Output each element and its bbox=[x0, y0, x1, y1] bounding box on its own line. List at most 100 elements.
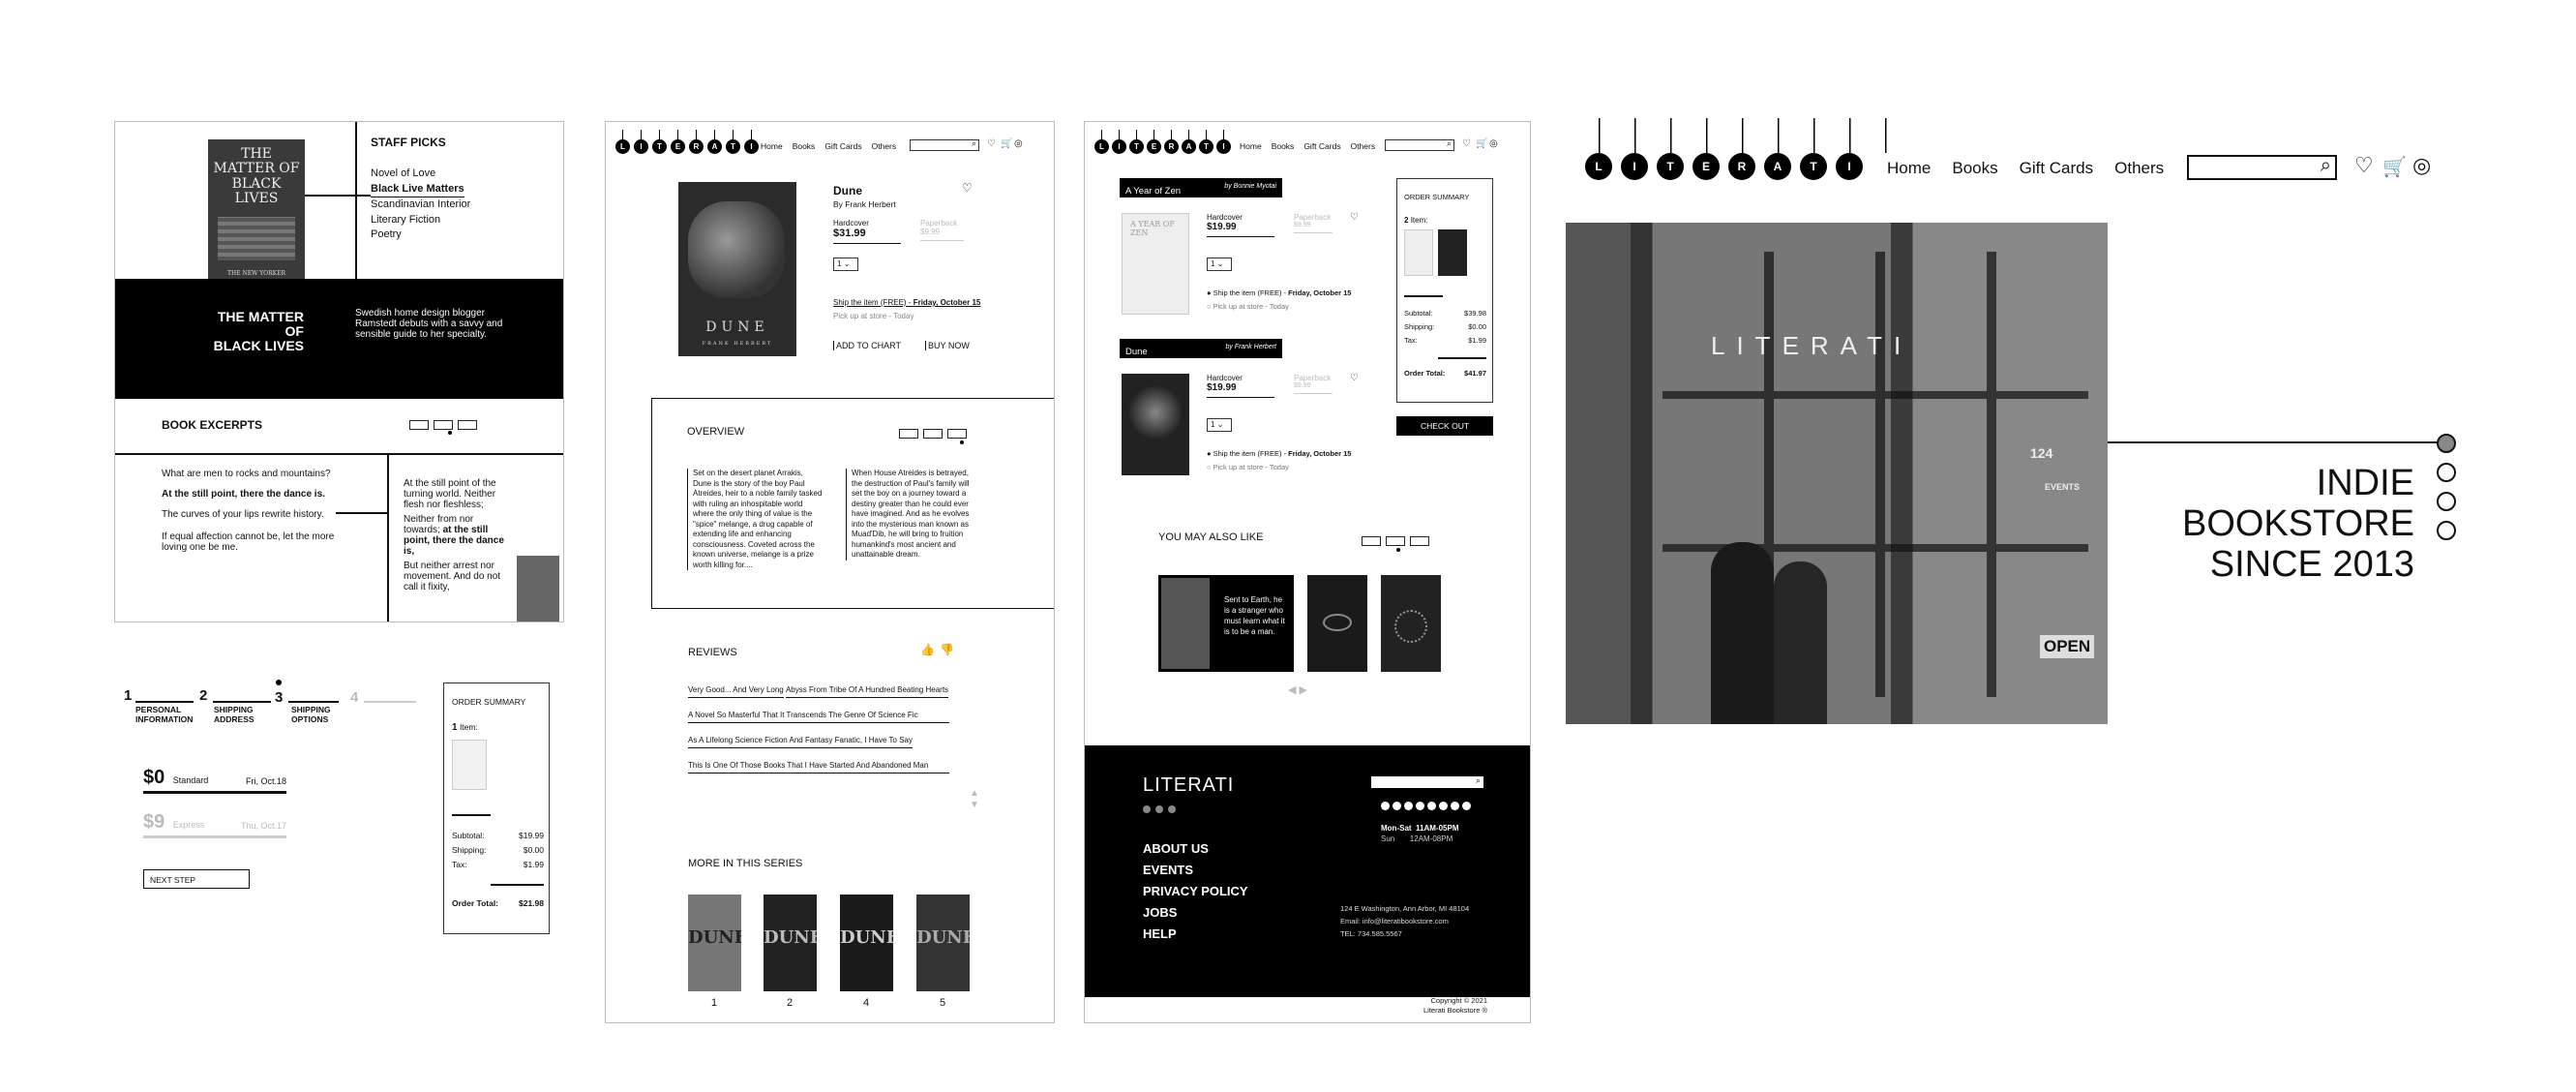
slide-dot-active[interactable] bbox=[2437, 434, 2456, 453]
book-cover-matter[interactable]: THE MATTER OF BLACK LIVES THE NEW YORKER bbox=[208, 139, 305, 283]
nav-home[interactable]: Home bbox=[1240, 141, 1262, 151]
add-to-chart-button[interactable]: ADD TO CHART bbox=[833, 341, 901, 350]
cart-item-cover-zen[interactable]: A YEAR OF ZEN bbox=[1122, 213, 1189, 315]
wishlist-heart-icon[interactable]: ♡ bbox=[1350, 374, 1359, 383]
carousel-arrows-icon[interactable]: ◀ ▶ bbox=[1288, 683, 1307, 696]
quantity-select[interactable]: 1 ⌄ bbox=[1207, 418, 1232, 432]
view-option-icon[interactable] bbox=[923, 429, 943, 439]
nav-others[interactable]: Others bbox=[2114, 159, 2164, 178]
staff-pick-item[interactable]: Novel of Love bbox=[371, 167, 470, 182]
thumbs-down-icon[interactable]: 👎 bbox=[940, 643, 954, 656]
series-book-2[interactable]: DUNE bbox=[764, 895, 817, 991]
logo[interactable]: LITERATI bbox=[615, 130, 759, 154]
heart-icon[interactable]: ♡ bbox=[987, 139, 996, 149]
footer-search-input[interactable]: ⌕ bbox=[1371, 775, 1483, 788]
footer-privacy-policy[interactable]: PRIVACY POLICY bbox=[1143, 881, 1248, 902]
search-input[interactable]: ⌕ bbox=[910, 139, 979, 151]
staff-pick-item[interactable]: Scandinavian Interior bbox=[371, 197, 470, 213]
logo[interactable]: LITERATI bbox=[1094, 130, 1231, 154]
search-icon[interactable]: ⌕ bbox=[2321, 155, 2331, 177]
review-item[interactable]: As A Lifelong Science Fiction And Fantas… bbox=[688, 736, 913, 748]
series-book-4[interactable]: DUNE bbox=[840, 895, 893, 991]
product-cover-dune[interactable]: DUNE FRANK HERBERT bbox=[678, 182, 796, 356]
heart-icon[interactable]: ♡ bbox=[2354, 153, 2374, 178]
footer-jobs[interactable]: JOBS bbox=[1143, 902, 1248, 924]
heart-icon[interactable]: ♡ bbox=[1462, 139, 1471, 149]
store-email[interactable]: Email: info@literatibookstore.com bbox=[1340, 915, 1469, 927]
next-step-button[interactable]: NEXT STEP bbox=[143, 869, 250, 889]
format-paperback[interactable]: Paperback $9.99 bbox=[1294, 374, 1333, 394]
format-paperback[interactable]: Paperback $9.99 bbox=[920, 219, 964, 241]
view-option-icon-active[interactable] bbox=[947, 429, 967, 439]
quantity-select[interactable]: 1 ⌄ bbox=[833, 258, 858, 271]
buy-now-button[interactable]: BUY NOW bbox=[925, 341, 970, 350]
nav-books[interactable]: Books bbox=[793, 141, 816, 151]
summary-item-thumb[interactable] bbox=[1438, 229, 1467, 276]
user-icon[interactable]: ◎ bbox=[2412, 153, 2431, 178]
review-item[interactable]: Abyss From Tribe Of A Hundred Beating He… bbox=[785, 685, 949, 698]
ship-option[interactable]: ● Ship the item (FREE) - Friday, October… bbox=[1207, 288, 1351, 297]
search-icon[interactable]: ⌕ bbox=[1447, 139, 1452, 148]
pickup-option[interactable]: Pick up at store - Today bbox=[833, 312, 914, 320]
staff-pick-item[interactable]: Poetry bbox=[371, 228, 470, 243]
nav-books[interactable]: Books bbox=[1272, 141, 1295, 151]
ship-option[interactable]: Ship the item (FREE) - Friday, October 1… bbox=[833, 298, 980, 307]
wishlist-heart-icon[interactable]: ♡ bbox=[1350, 213, 1359, 223]
view-option-icon[interactable] bbox=[409, 420, 429, 430]
review-item[interactable]: Very Good... And Very Long bbox=[688, 685, 784, 698]
format-hardcover[interactable]: Hardcover $19.99 bbox=[1207, 213, 1274, 237]
format-paperback[interactable]: Paperback $9.99 bbox=[1294, 213, 1333, 233]
cart-icon[interactable]: 🛒 bbox=[1476, 139, 1487, 149]
footer-events[interactable]: EVENTS bbox=[1143, 860, 1248, 881]
series-book-1[interactable]: DUNE bbox=[688, 895, 741, 991]
scroll-arrows-icon[interactable]: ▲ ▼ bbox=[970, 788, 979, 811]
recommended-book-featured[interactable]: Sent to Earth, he is a stranger who must… bbox=[1158, 575, 1294, 672]
step-1[interactable]: 1 bbox=[124, 687, 132, 705]
review-item[interactable]: A Novel So Masterful That It Transcends … bbox=[688, 711, 949, 723]
format-hardcover[interactable]: Hardcover $31.99 bbox=[833, 219, 901, 244]
nav-gift-cards[interactable]: Gift Cards bbox=[824, 141, 861, 151]
step-4[interactable]: 4 bbox=[350, 689, 358, 706]
view-option-icon-active[interactable] bbox=[434, 420, 453, 430]
view-option-icon[interactable] bbox=[1410, 536, 1429, 546]
thumbs-up-icon[interactable]: 👍 bbox=[920, 643, 935, 656]
nav-home[interactable]: Home bbox=[1887, 159, 1931, 178]
recommended-book[interactable] bbox=[1381, 575, 1441, 672]
user-icon[interactable]: ◎ bbox=[1489, 139, 1498, 149]
nav-books[interactable]: Books bbox=[1952, 159, 1997, 178]
user-icon[interactable]: ◎ bbox=[1014, 139, 1023, 149]
staff-pick-item[interactable]: Literary Fiction bbox=[371, 213, 470, 228]
slide-dot[interactable] bbox=[2437, 492, 2456, 511]
view-option-icon[interactable] bbox=[1362, 536, 1381, 546]
review-item[interactable]: This Is One Of Those Books That I Have S… bbox=[688, 761, 949, 774]
view-option-icon[interactable] bbox=[458, 420, 477, 430]
footer-about-us[interactable]: ABOUT US bbox=[1143, 838, 1248, 860]
slide-dot[interactable] bbox=[2437, 463, 2456, 482]
nav-home[interactable]: Home bbox=[761, 141, 783, 151]
cart-icon[interactable]: 🛒 bbox=[1001, 139, 1012, 149]
hero-logo[interactable]: L I T E R A T I bbox=[1585, 153, 1863, 180]
footer-help[interactable]: HELP bbox=[1143, 924, 1248, 945]
excerpt-book-thumb[interactable] bbox=[517, 556, 559, 622]
step-2[interactable]: 2 bbox=[199, 687, 207, 704]
search-icon[interactable]: ⌕ bbox=[972, 139, 976, 148]
wishlist-heart-icon[interactable]: ♡ bbox=[962, 182, 973, 194]
pickup-option[interactable]: ○ Pick up at store - Today bbox=[1207, 302, 1289, 311]
hero-search-input[interactable]: ⌕ bbox=[2187, 155, 2337, 180]
nav-others[interactable]: Others bbox=[1351, 141, 1376, 151]
nav-gift-cards[interactable]: Gift Cards bbox=[1303, 141, 1340, 151]
staff-pick-item-active[interactable]: Black Live Matters bbox=[371, 182, 464, 197]
checkout-button[interactable]: CHECK OUT bbox=[1396, 416, 1493, 436]
ship-option[interactable]: ● Ship the item (FREE) - Friday, October… bbox=[1207, 449, 1351, 458]
quantity-select[interactable]: 1 ⌄ bbox=[1207, 258, 1232, 271]
social-icon[interactable] bbox=[1168, 805, 1176, 813]
social-icon[interactable] bbox=[1143, 805, 1151, 813]
summary-item-thumb[interactable] bbox=[452, 740, 487, 790]
footer-logo[interactable]: LITERATI bbox=[1143, 774, 1234, 797]
view-option-icon[interactable] bbox=[899, 429, 918, 439]
search-input[interactable]: ⌕ bbox=[1385, 139, 1454, 151]
recommended-book[interactable] bbox=[1307, 575, 1367, 672]
pickup-option[interactable]: ○ Pick up at store - Today bbox=[1207, 463, 1289, 471]
view-option-icon-active[interactable] bbox=[1386, 536, 1405, 546]
format-hardcover[interactable]: Hardcover $19.99 bbox=[1207, 374, 1274, 398]
